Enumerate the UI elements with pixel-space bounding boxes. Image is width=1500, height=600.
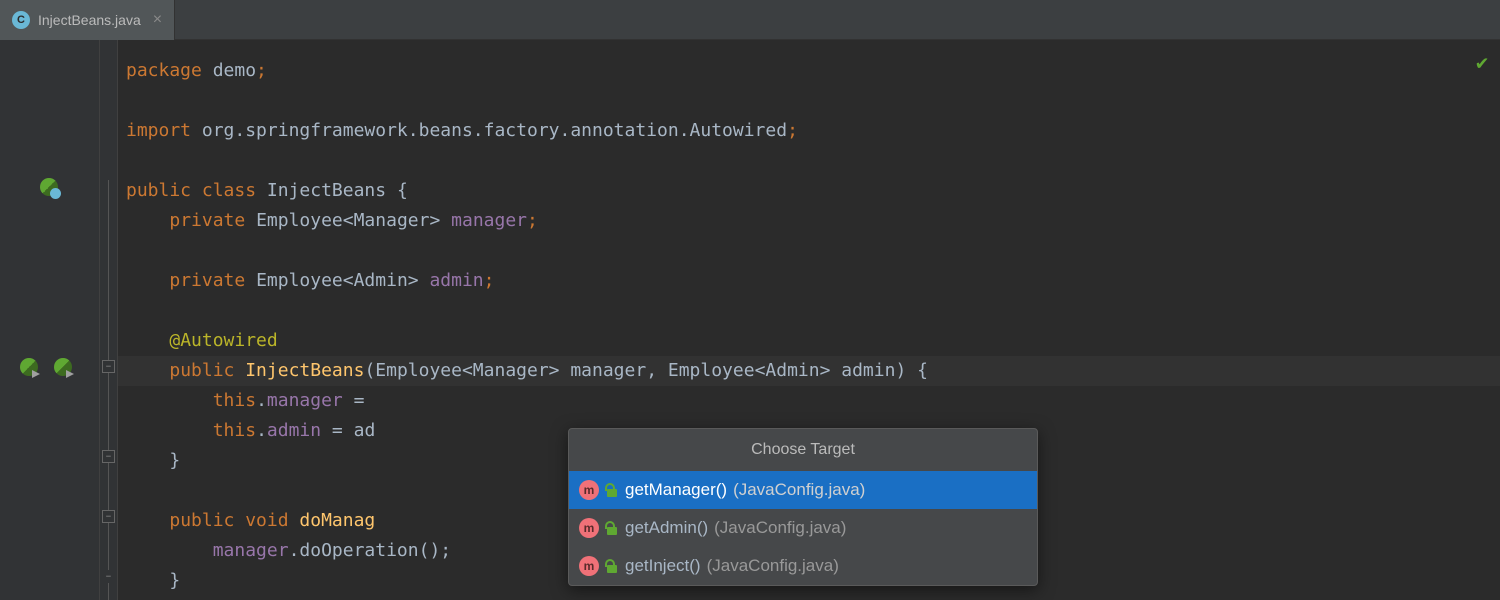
code-field: admin	[429, 270, 483, 291]
unlock-icon	[605, 559, 619, 573]
gutter-class-marker[interactable]	[40, 178, 58, 196]
code-keyword: this	[213, 420, 256, 441]
fold-toggle-icon[interactable]: −	[102, 450, 115, 463]
code-keyword: public	[169, 360, 245, 381]
gutter-nav-marker[interactable]	[20, 358, 72, 376]
code-text: }	[169, 570, 180, 591]
code-text	[126, 210, 169, 231]
code-text	[126, 570, 169, 591]
popup-item-label: getAdmin()	[625, 513, 708, 543]
code-keyword: public class	[126, 180, 267, 201]
method-icon: m	[579, 480, 599, 500]
code-text: }	[169, 450, 180, 471]
code-text: =	[343, 390, 376, 411]
code-text: ;	[256, 60, 267, 81]
code-text	[126, 450, 169, 471]
code-text: = ad	[321, 420, 375, 441]
popup-item[interactable]: m getInject() (JavaConfig.java)	[569, 547, 1037, 585]
popup-item-label: getManager()	[625, 475, 727, 505]
code-text: .	[256, 420, 267, 441]
popup-item[interactable]: m getManager() (JavaConfig.java)	[569, 471, 1037, 509]
code-text	[126, 510, 169, 531]
close-icon[interactable]: ×	[153, 11, 162, 29]
code-field: manager	[213, 540, 289, 561]
code-text: .	[256, 390, 267, 411]
inspection-ok-icon[interactable]: ✔	[1476, 50, 1488, 74]
unlock-icon	[605, 483, 619, 497]
popup-item-context: (JavaConfig.java)	[707, 551, 839, 581]
code-method: InjectBeans	[245, 360, 364, 381]
code-keyword: private	[169, 270, 256, 291]
code-field: manager	[267, 390, 343, 411]
code-text: (Employee<Manager> manager, Employee<Adm…	[364, 360, 928, 381]
popup-item-context: (JavaConfig.java)	[733, 475, 865, 505]
code-text: demo	[202, 60, 256, 81]
popup-title: Choose Target	[569, 429, 1037, 471]
code-method: doManag	[299, 510, 375, 531]
code-text	[126, 390, 213, 411]
code-text	[126, 420, 213, 441]
editor-tab[interactable]: C InjectBeans.java ×	[0, 0, 175, 40]
code-keyword: this	[213, 390, 256, 411]
method-icon: m	[579, 556, 599, 576]
code-text: {	[397, 180, 408, 201]
code-keyword: package	[126, 60, 202, 81]
code-text: ;	[787, 120, 798, 141]
code-text: ;	[484, 270, 495, 291]
popup-item-label: getInject()	[625, 551, 701, 581]
code-keyword: import	[126, 120, 191, 141]
gutter	[0, 40, 100, 600]
code-text: InjectBeans	[267, 180, 397, 201]
code-text	[126, 330, 169, 351]
code-text: Employee<Manager>	[256, 210, 451, 231]
bean-nav-icon	[54, 358, 72, 376]
unlock-icon	[605, 521, 619, 535]
popup-item-context: (JavaConfig.java)	[714, 513, 846, 543]
tab-bar: C InjectBeans.java ×	[0, 0, 1500, 40]
code-text: org.springframework.beans.factory.annota…	[191, 120, 787, 141]
code-annotation: @Autowired	[169, 330, 277, 351]
class-icon: C	[12, 11, 30, 29]
code-text: ;	[527, 210, 538, 231]
spring-class-icon	[40, 178, 58, 196]
code-text	[126, 360, 169, 381]
code-field: admin	[267, 420, 321, 441]
fold-toggle-icon[interactable]: −	[102, 360, 115, 373]
fold-toggle-icon[interactable]: −	[102, 570, 115, 583]
tab-filename: InjectBeans.java	[38, 12, 141, 28]
fold-toggle-icon[interactable]: −	[102, 510, 115, 523]
code-editor[interactable]: package demo; import org.springframework…	[118, 40, 1500, 600]
code-text: Employee<Admin>	[256, 270, 429, 291]
bean-nav-icon	[20, 358, 38, 376]
code-text	[126, 270, 169, 291]
choose-target-popup: Choose Target m getManager() (JavaConfig…	[568, 428, 1038, 586]
popup-item[interactable]: m getAdmin() (JavaConfig.java)	[569, 509, 1037, 547]
code-field: manager	[451, 210, 527, 231]
code-keyword: public void	[169, 510, 299, 531]
code-text: .doOperation();	[289, 540, 452, 561]
method-icon: m	[579, 518, 599, 538]
editor-area: − − − − package demo; import org.springf…	[0, 40, 1500, 600]
fold-gutter: − − − −	[100, 40, 118, 600]
code-keyword: private	[169, 210, 256, 231]
code-text	[126, 540, 213, 561]
